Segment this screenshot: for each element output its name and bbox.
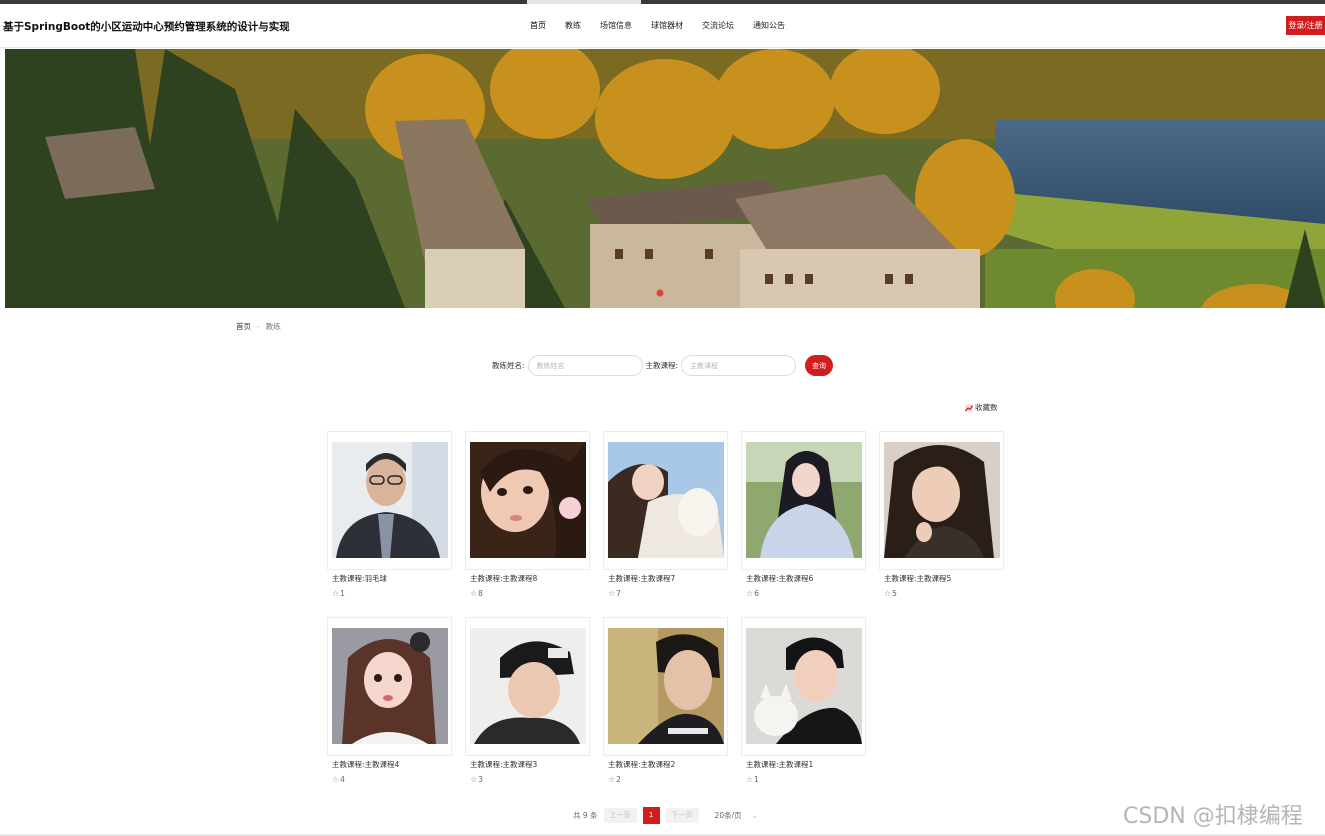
coach-favorites: ☆ 1	[741, 775, 866, 784]
coach-photo	[470, 628, 586, 744]
course-label: 主教课程:	[645, 361, 679, 370]
login-register-button[interactable]: 登录/注册	[1286, 16, 1325, 35]
next-page-button[interactable]: 下一页	[665, 808, 699, 823]
star-icon: ☆	[884, 589, 892, 598]
coach-card[interactable]: 主教课程:主教课程8 ☆ 8	[465, 431, 590, 598]
sort-by-favorites[interactable]: 收藏数	[965, 402, 998, 413]
coach-favorites: ☆ 4	[327, 775, 452, 784]
coach-photo	[470, 442, 586, 558]
coach-card[interactable]: 主教课程:主教课程2 ☆ 2	[603, 617, 728, 784]
star-icon: ☆	[470, 589, 478, 598]
course-input[interactable]	[681, 355, 797, 376]
coach-favorites: ☆ 1	[327, 589, 452, 598]
prev-page-button[interactable]: 上一页	[603, 808, 637, 823]
coach-course: 主教课程:主教课程8	[470, 574, 538, 583]
star-icon: ☆	[332, 775, 340, 784]
page-size-select[interactable]: 20条/页	[715, 810, 742, 821]
coach-photo	[884, 442, 1000, 558]
coach-photo-frame	[327, 431, 452, 570]
trend-icon	[965, 403, 973, 412]
favorites-count: 5	[892, 589, 897, 598]
pagination-total: 共 9 条	[573, 811, 598, 820]
main-nav: 首页 教练 场馆信息 球馆器材 交流论坛 通知公告	[530, 20, 804, 31]
favorites-count: 3	[478, 775, 483, 784]
star-icon: ☆	[332, 589, 340, 598]
coach-card[interactable]: 主教课程:主教课程6 ☆ 6	[741, 431, 866, 598]
nav-item-forum[interactable]: 交流论坛	[702, 20, 734, 31]
star-icon: ☆	[608, 589, 616, 598]
nav-item-notice[interactable]: 通知公告	[753, 20, 785, 31]
coach-card[interactable]: 主教课程:主教课程3 ☆ 3	[465, 617, 590, 784]
coach-favorites: ☆ 8	[465, 589, 590, 598]
breadcrumb-home[interactable]: 首页	[236, 322, 251, 331]
coach-favorites: ☆ 7	[603, 589, 728, 598]
favorites-count: 2	[616, 775, 621, 784]
favorites-count: 1	[754, 775, 759, 784]
coach-course: 主教课程:主教课程4	[332, 760, 400, 769]
breadcrumb: 首页 - 教练	[236, 321, 281, 332]
coach-photo	[332, 628, 448, 744]
search-button[interactable]: 查询	[805, 355, 834, 376]
chevron-down-icon[interactable]: ⌄	[752, 812, 758, 820]
search-bar: 教练姓名: 主教课程: 查询	[492, 355, 834, 376]
favorites-count: 7	[616, 589, 621, 598]
pagination: 共 9 条 上一页 1 下一页 20条/页 ⌄	[573, 807, 758, 824]
favorites-count: 6	[754, 589, 759, 598]
coach-course: 主教课程:主教课程7	[608, 574, 676, 583]
hero-banner-image	[5, 49, 1325, 308]
coach-photo-frame	[879, 431, 1004, 570]
watermark-text: CSDN @扣棣编程	[1123, 804, 1303, 829]
nav-item-venue[interactable]: 场馆信息	[600, 20, 632, 31]
favorites-count: 8	[478, 589, 483, 598]
sort-label: 收藏数	[975, 403, 998, 412]
coach-card[interactable]: 主教课程:主教课程5 ☆ 5	[879, 431, 1004, 598]
coach-course: 主教课程:主教课程3	[470, 760, 538, 769]
star-icon: ☆	[608, 775, 616, 784]
nav-item-coach[interactable]: 教练	[565, 20, 581, 31]
coach-course: 主教课程:羽毛球	[332, 574, 388, 583]
coach-name-input[interactable]	[527, 355, 643, 376]
coach-photo-frame	[327, 617, 452, 756]
coach-photo	[608, 628, 724, 744]
coach-photo-frame	[741, 431, 866, 570]
coach-course: 主教课程:主教课程1	[746, 760, 814, 769]
nav-item-equipment[interactable]: 球馆器材	[651, 20, 683, 31]
site-header: 基于SpringBoot的小区运动中心预约管理系统的设计与实现 首页 教练 场馆…	[0, 4, 1325, 48]
coach-course: 主教课程:主教课程5	[884, 574, 952, 583]
star-icon: ☆	[746, 775, 754, 784]
coach-photo-frame	[465, 431, 590, 570]
coach-favorites: ☆ 6	[741, 589, 866, 598]
coach-photo-frame	[603, 431, 728, 570]
coach-photo-frame	[741, 617, 866, 756]
coach-favorites: ☆ 5	[879, 589, 1004, 598]
coach-photo-frame	[465, 617, 590, 756]
favorites-count: 4	[340, 775, 345, 784]
coach-name-label: 教练姓名:	[492, 361, 525, 370]
coach-photo	[746, 628, 862, 744]
coach-favorites: ☆ 2	[603, 775, 728, 784]
breadcrumb-current: 教练	[265, 322, 281, 331]
coach-photo	[746, 442, 862, 558]
coach-photo-frame	[603, 617, 728, 756]
breadcrumb-separator: -	[257, 322, 260, 331]
nav-item-home[interactable]: 首页	[530, 20, 546, 31]
coach-favorites: ☆ 3	[465, 775, 590, 784]
coach-photo	[608, 442, 724, 558]
favorites-count: 1	[340, 589, 345, 598]
coach-course: 主教课程:主教课程6	[746, 574, 814, 583]
page-number-current[interactable]: 1	[642, 807, 660, 824]
star-icon: ☆	[470, 775, 478, 784]
site-title: 基于SpringBoot的小区运动中心预约管理系统的设计与实现	[3, 21, 290, 33]
coach-course: 主教课程:主教课程2	[608, 760, 676, 769]
coach-card[interactable]: 主教课程:羽毛球 ☆ 1	[327, 431, 452, 598]
star-icon: ☆	[746, 589, 754, 598]
coach-photo	[332, 442, 448, 558]
coach-card[interactable]: 主教课程:主教课程1 ☆ 1	[741, 617, 866, 784]
coach-card[interactable]: 主教课程:主教课程4 ☆ 4	[327, 617, 452, 784]
coach-card[interactable]: 主教课程:主教课程7 ☆ 7	[603, 431, 728, 598]
